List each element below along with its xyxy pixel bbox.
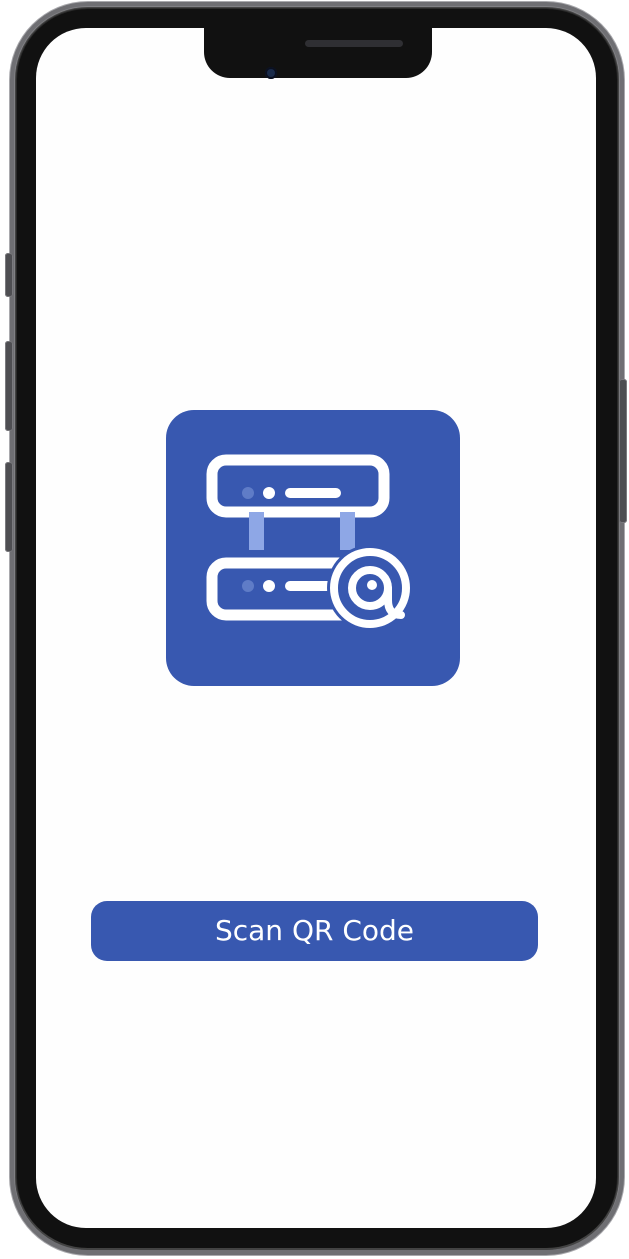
volume-up-button (5, 341, 13, 431)
page-stage: Scan QR Code (0, 0, 629, 1259)
volume-down-button (5, 462, 13, 552)
scan-qr-code-button[interactable]: Scan QR Code (91, 901, 538, 961)
earpiece-speaker (305, 40, 403, 47)
power-button (619, 379, 627, 523)
front-camera-icon (265, 67, 277, 79)
mail-server-icon (166, 410, 460, 686)
mute-switch (5, 253, 13, 297)
notch (204, 28, 432, 78)
phone-screen: Scan QR Code (36, 28, 596, 1228)
